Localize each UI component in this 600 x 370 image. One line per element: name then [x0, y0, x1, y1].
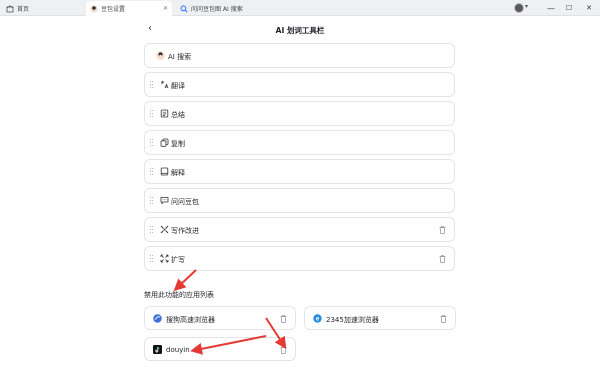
- settings-page: ‹ AI 划词工具栏 AI 搜索 翻译 总结 复制 解释 问问豆包 写作改进 扩…: [0, 16, 600, 370]
- tab-doubao-search[interactable]: 问问豆包图 AI 搜索: [176, 1, 306, 16]
- user-avatar[interactable]: [514, 3, 524, 13]
- app-label: 2345加速浏览器: [326, 316, 379, 324]
- disabled-app-sogou: 搜狗高速浏览器: [144, 306, 296, 330]
- item-label: 翻译: [171, 82, 185, 90]
- translate-icon: [160, 80, 169, 89]
- tab-label: 首页: [17, 6, 30, 13]
- page-title: AI 划词工具栏: [275, 26, 325, 35]
- item-label: 问问豆包: [171, 198, 199, 206]
- toolbar-item-explain[interactable]: 解释: [144, 159, 455, 184]
- browser-2345-icon: e: [313, 314, 322, 323]
- tab-label: 问问豆包图 AI 搜索: [191, 6, 243, 13]
- trash-icon[interactable]: [440, 315, 447, 323]
- toolbar-item-expand[interactable]: 扩写: [144, 246, 455, 271]
- title-bar: 首页 豆包设置 ✕ 问问豆包图 AI 搜索 ▾ — ☐ ✕: [0, 0, 600, 16]
- toolbar-item-summary[interactable]: 总结: [144, 101, 455, 126]
- drag-handle-icon[interactable]: [150, 81, 154, 89]
- trash-icon[interactable]: [280, 315, 287, 323]
- home-icon: [6, 4, 14, 13]
- tab-home[interactable]: 首页: [2, 1, 84, 16]
- douyin-icon: [153, 345, 162, 354]
- toolbar-item-writing-improve[interactable]: 写作改进: [144, 217, 455, 242]
- trash-icon[interactable]: [439, 226, 446, 234]
- chevron-down-icon[interactable]: ▾: [525, 3, 528, 10]
- tab-doubao-settings[interactable]: 豆包设置 ✕: [86, 1, 172, 16]
- explain-book-icon: [160, 167, 169, 176]
- item-label: 写作改进: [171, 227, 199, 235]
- ai-search-avatar-icon: [156, 51, 165, 60]
- drag-handle-icon[interactable]: [150, 226, 154, 234]
- app-label: douyin: [166, 346, 190, 354]
- copy-icon: [160, 138, 169, 147]
- disabled-apps-section-title: 禁用此功能的应用列表: [144, 291, 214, 299]
- trash-icon[interactable]: [280, 346, 287, 354]
- disabled-app-douyin: douyin: [144, 337, 296, 361]
- writing-improve-icon: [160, 225, 169, 234]
- toolbar-item-copy[interactable]: 复制: [144, 130, 455, 155]
- chat-bubble-icon: [160, 196, 169, 205]
- toolbar-item-translate[interactable]: 翻译: [144, 72, 455, 97]
- close-window-button[interactable]: ✕: [582, 2, 596, 14]
- close-icon[interactable]: ✕: [163, 5, 168, 12]
- summary-icon: [160, 109, 169, 118]
- item-label: 总结: [171, 111, 185, 119]
- disabled-app-2345: e 2345加速浏览器: [304, 306, 456, 330]
- doubao-avatar-icon: [90, 4, 98, 13]
- trash-icon[interactable]: [439, 255, 446, 263]
- drag-handle-icon[interactable]: [150, 139, 154, 147]
- app-label: 搜狗高速浏览器: [166, 316, 215, 324]
- expand-icon: [160, 254, 169, 263]
- drag-handle-icon[interactable]: [150, 197, 154, 205]
- minimize-button[interactable]: —: [544, 2, 558, 14]
- drag-handle-icon[interactable]: [150, 110, 154, 118]
- search-icon: [180, 5, 188, 13]
- toolbar-item-ai-search[interactable]: AI 搜索: [144, 43, 455, 68]
- drag-handle-icon[interactable]: [150, 255, 154, 263]
- toolbar-item-ask-doubao[interactable]: 问问豆包: [144, 188, 455, 213]
- tab-label: 豆包设置: [101, 6, 126, 13]
- item-label: AI 搜索: [168, 53, 192, 61]
- item-label: 扩写: [171, 256, 185, 264]
- item-label: 解释: [171, 169, 185, 177]
- maximize-button[interactable]: ☐: [562, 2, 576, 14]
- item-label: 复制: [171, 140, 185, 148]
- sogou-browser-icon: [153, 314, 162, 323]
- drag-handle-icon[interactable]: [150, 168, 154, 176]
